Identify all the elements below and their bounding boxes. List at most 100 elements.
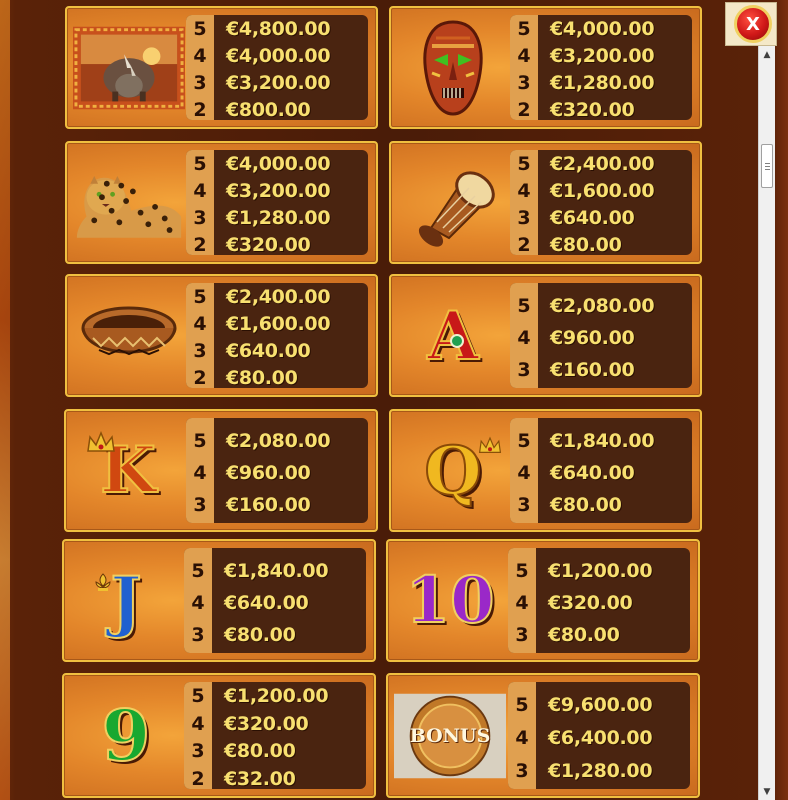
payout-row: 2 €800.00 xyxy=(186,98,368,120)
scroll-thumb[interactable] xyxy=(761,144,773,188)
payout-row: 5 €4,000.00 xyxy=(510,16,692,41)
payout-value: €1,840.00 xyxy=(550,429,655,452)
payout-row: 3 €80.00 xyxy=(508,622,690,647)
payout-row: 3 €640.00 xyxy=(510,206,692,231)
scroll-up-icon[interactable]: ▲ xyxy=(759,46,775,63)
paytable-panel: Q 5 €1,840.00 4 €640.00 3 €80.00 xyxy=(389,409,702,532)
letter-a-icon: A xyxy=(397,282,509,389)
match-count: 5 xyxy=(515,693,529,716)
payout-value: €1,280.00 xyxy=(226,207,331,230)
payout-row: 5 €2,400.00 xyxy=(510,151,692,176)
payout-table: 5 €4,000.00 4 €3,200.00 3 €1,280.00 2 €320.00 xyxy=(186,150,368,255)
payout-table: 5 €2,400.00 4 €1,600.00 3 €640.00 2 €80.00 xyxy=(510,150,692,255)
vertical-scrollbar[interactable]: ▲ ▼ xyxy=(758,46,775,800)
paytable-panel: 5 €4,000.00 4 €3,200.00 3 €1,280.00 2 €320.00 xyxy=(65,141,378,264)
match-count: 3 xyxy=(517,358,531,381)
payout-value: €1,280.00 xyxy=(548,759,653,782)
payout-row: 2 €80.00 xyxy=(510,233,692,255)
payout-row: 4 €640.00 xyxy=(184,590,366,615)
match-count: 4 xyxy=(193,44,207,67)
payout-table: 5 €1,200.00 4 €320.00 3 €80.00 xyxy=(508,548,690,653)
match-count: 5 xyxy=(517,17,531,40)
payout-row: 4 €960.00 xyxy=(510,325,692,350)
match-count: 3 xyxy=(193,493,207,516)
letter-q-glyph: Q xyxy=(423,431,482,510)
payout-value: €960.00 xyxy=(550,326,635,349)
payout-value: €320.00 xyxy=(224,712,309,735)
mask-icon xyxy=(397,14,509,121)
match-count: 3 xyxy=(517,207,531,230)
ten-glyph: 10 xyxy=(404,562,495,638)
payout-row: 4 €320.00 xyxy=(508,590,690,615)
match-count: 5 xyxy=(517,152,531,175)
payout-value: €1,200.00 xyxy=(224,684,329,707)
nine-icon: 9 xyxy=(70,681,182,790)
payout-value: €1,200.00 xyxy=(548,559,653,582)
payout-value: €4,000.00 xyxy=(226,152,331,175)
gem-icon xyxy=(449,333,465,353)
paytable-panel: 10 5 €1,200.00 4 €320.00 3 €80.00 xyxy=(386,539,700,662)
match-count: 5 xyxy=(193,152,207,175)
crown-icon xyxy=(86,430,116,459)
letter-q-icon: Q xyxy=(397,417,509,524)
payout-value: €160.00 xyxy=(550,358,635,381)
payout-row: 5 €1,840.00 xyxy=(510,428,692,453)
payout-table: 5 €9,600.00 4 €6,400.00 3 €1,280.00 xyxy=(508,682,690,789)
payout-table: 5 €2,080.00 4 €960.00 3 €160.00 xyxy=(186,418,368,523)
match-count: 5 xyxy=(193,429,207,452)
payout-table: 5 €2,400.00 4 €1,600.00 3 €640.00 2 €80.00 xyxy=(186,283,368,388)
payout-value: €80.00 xyxy=(226,367,298,388)
payout-table: 5 €1,840.00 4 €640.00 3 €80.00 xyxy=(184,548,366,653)
payout-value: €1,840.00 xyxy=(224,559,329,582)
payout-row: 3 €80.00 xyxy=(184,622,366,647)
payout-table: 5 €4,000.00 4 €3,200.00 3 €1,280.00 2 €320.00 xyxy=(510,15,692,120)
match-count: 5 xyxy=(193,285,207,308)
payout-row: 5 €1,200.00 xyxy=(508,558,690,583)
match-count: 2 xyxy=(517,99,531,120)
letter-j-icon: J xyxy=(70,547,182,654)
payout-value: €2,400.00 xyxy=(550,152,655,175)
payout-value: €2,080.00 xyxy=(226,429,331,452)
match-count: 2 xyxy=(193,99,207,120)
payout-value: €80.00 xyxy=(548,623,620,646)
payout-value: €1,600.00 xyxy=(226,312,331,335)
payout-value: €640.00 xyxy=(550,461,635,484)
close-button[interactable]: X xyxy=(725,2,777,46)
match-count: 3 xyxy=(517,72,531,95)
match-count: 3 xyxy=(515,759,529,782)
match-count: 4 xyxy=(517,461,531,484)
payout-row: 2 €32.00 xyxy=(184,767,366,789)
payout-value: €640.00 xyxy=(226,340,311,363)
basket-icon xyxy=(73,282,185,389)
payout-value: €4,800.00 xyxy=(226,17,331,40)
paytable-panel: 5 €4,800.00 4 €4,000.00 3 €3,200.00 2 €800.00 xyxy=(65,6,378,129)
match-count: 3 xyxy=(191,740,205,763)
crown-icon xyxy=(478,435,502,460)
payout-value: €80.00 xyxy=(550,234,622,255)
payout-row: 3 €3,200.00 xyxy=(186,71,368,96)
payout-value: €4,000.00 xyxy=(550,17,655,40)
close-icon[interactable]: X xyxy=(734,5,772,43)
payout-row: 5 €2,080.00 xyxy=(186,428,368,453)
letter-j-glyph: J xyxy=(109,561,142,640)
payout-row: 3 €1,280.00 xyxy=(510,71,692,96)
payout-value: €6,400.00 xyxy=(548,726,653,749)
ten-icon: 10 xyxy=(394,547,506,654)
fleur-de-lis-icon xyxy=(94,572,112,600)
payout-value: €320.00 xyxy=(550,99,635,120)
match-count: 3 xyxy=(193,72,207,95)
payout-row: 4 €6,400.00 xyxy=(508,725,690,750)
rhino-icon xyxy=(73,14,185,121)
match-count: 5 xyxy=(191,684,205,707)
payout-row: 4 €320.00 xyxy=(184,711,366,736)
payout-table: 5 €1,200.00 4 €320.00 3 €80.00 2 €32.00 xyxy=(184,682,366,789)
payout-row: 4 €3,200.00 xyxy=(510,43,692,68)
payout-value: €80.00 xyxy=(224,623,296,646)
payout-table: 5 €4,800.00 4 €4,000.00 3 €3,200.00 2 €800.00 xyxy=(186,15,368,120)
payout-value: €3,200.00 xyxy=(226,179,331,202)
payout-row: 4 €1,600.00 xyxy=(186,311,368,336)
scroll-down-icon[interactable]: ▼ xyxy=(759,783,775,800)
bonus-coin-icon: BONUS xyxy=(394,681,506,790)
match-count: 2 xyxy=(193,234,207,255)
match-count: 5 xyxy=(517,294,531,317)
